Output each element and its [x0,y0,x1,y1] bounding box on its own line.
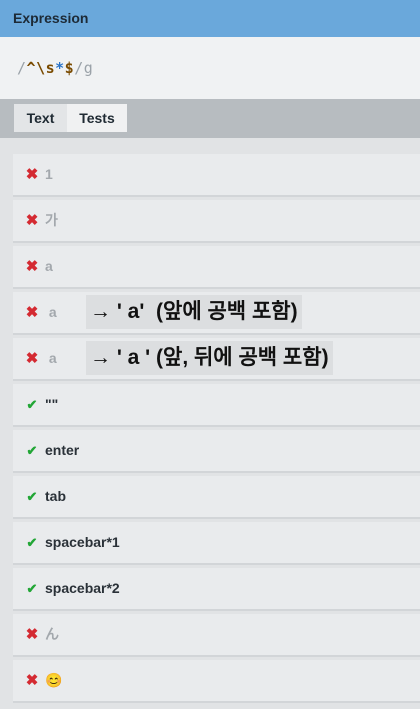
test-row[interactable]: ✖ a → ' a' (앞에 공백 포함) [13,292,420,335]
test-row[interactable]: ✖ a → ' a ' (앞, 뒤에 공백 포함) [13,338,420,381]
test-row[interactable]: ✔ enter [13,430,420,473]
pass-check-icon: ✔ [26,397,38,412]
test-row[interactable]: ✖ 😊 [13,660,420,703]
test-row[interactable]: ✖ ん [13,614,420,657]
expression-start-anchor: ^ [26,59,37,77]
tab-tests[interactable]: Tests [67,104,127,132]
expression-whitespace-escape: \s [36,59,56,77]
expression-close-delimiter: / [74,59,84,77]
test-text[interactable]: enter [45,430,79,471]
fail-x-icon: ✖ [25,166,39,183]
expression-editor[interactable]: /^\s*$/g [0,37,420,99]
test-row[interactable]: ✖ 1 [13,154,420,197]
test-row[interactable]: ✔ spacebar*2 [13,568,420,611]
pass-check-icon: ✔ [26,581,38,596]
tabs-bar: Text Tests [0,99,420,138]
tab-text[interactable]: Text [14,104,67,132]
test-row[interactable]: ✔ "" [13,384,420,427]
test-text[interactable]: ん [45,614,59,655]
test-text[interactable]: "" [45,384,58,425]
fail-x-icon: ✖ [25,350,39,367]
pass-check-icon: ✔ [26,443,38,458]
test-text[interactable]: a [45,338,61,379]
expression-open-delimiter: / [17,59,27,77]
expression-flags[interactable]: g [84,59,94,77]
expression-end-anchor: $ [64,59,75,77]
fail-x-icon: ✖ [25,304,39,321]
test-row[interactable]: ✖ 가 [13,200,420,243]
test-text[interactable]: a [45,246,53,287]
pass-check-icon: ✔ [26,489,38,504]
test-row[interactable]: ✖ a [13,246,420,289]
fail-x-icon: ✖ [25,626,39,643]
test-row[interactable]: ✔ spacebar*1 [13,522,420,565]
test-text[interactable]: tab [45,476,66,517]
test-text[interactable]: spacebar*2 [45,568,120,609]
pass-check-icon: ✔ [26,535,38,550]
fail-x-icon: ✖ [25,212,39,229]
expression-quantifier: * [55,59,65,77]
test-text[interactable]: 1 [45,154,53,195]
fail-x-icon: ✖ [25,258,39,275]
test-text[interactable]: a [45,292,57,333]
test-list: ✖ 1 ✖ 가 ✖ a ✖ a → ' a' (앞에 공백 포함) ✖ a → … [0,138,420,709]
test-text[interactable]: 가 [45,200,58,241]
test-text[interactable]: spacebar*1 [45,522,120,563]
expression-panel-title: Expression [0,0,420,37]
test-text[interactable]: 😊 [45,660,62,701]
annotation-note: → ' a' (앞에 공백 포함) [86,295,302,329]
test-row[interactable]: ✔ tab [13,476,420,519]
annotation-note: → ' a ' (앞, 뒤에 공백 포함) [86,341,333,375]
fail-x-icon: ✖ [25,672,39,689]
